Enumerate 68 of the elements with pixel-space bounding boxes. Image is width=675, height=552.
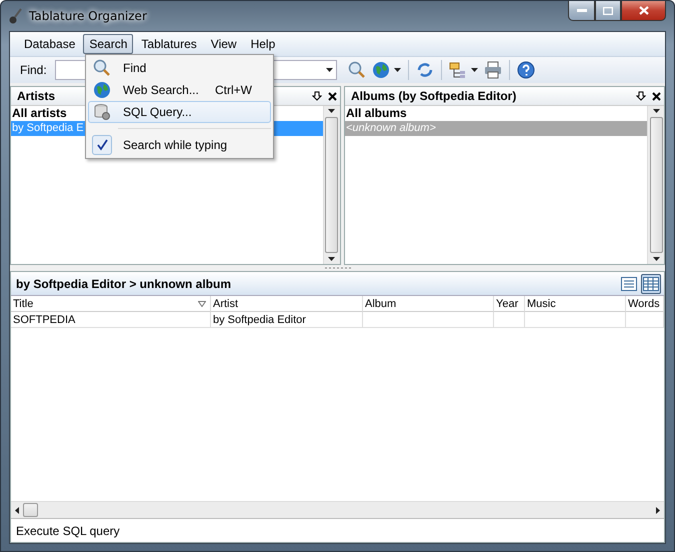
tree-icon [448, 61, 467, 79]
sort-icon [198, 300, 206, 306]
column-header[interactable]: Album [363, 296, 494, 312]
panel-title: Albums (by Softpedia Editor) [350, 89, 516, 103]
column-header[interactable]: Title [11, 296, 211, 312]
caret-icon [326, 68, 333, 72]
column-header[interactable]: Words [626, 296, 664, 312]
panel-title: Artists [17, 89, 56, 103]
help-button[interactable] [516, 60, 536, 80]
close-icon [638, 6, 648, 15]
tree-view-button[interactable] [448, 60, 479, 80]
horizontal-scrollbar[interactable] [11, 501, 664, 518]
breadcrumb: by Softpedia Editor > unknown album [16, 276, 232, 290]
column-header[interactable]: Artist [211, 296, 363, 312]
printer-icon [484, 61, 502, 79]
status-bar: Execute SQL query [11, 518, 664, 542]
scroll-thumb[interactable] [23, 503, 38, 517]
vertical-scrollbar[interactable] [647, 106, 664, 264]
search-icon [348, 61, 366, 79]
pin-icon[interactable] [636, 91, 646, 101]
menu-entry[interactable]: SQL Query... [88, 101, 271, 123]
web-search-button[interactable] [370, 60, 402, 80]
database-gear-icon [93, 103, 111, 121]
maximize-button[interactable] [595, 1, 621, 21]
scroll-thumb[interactable] [650, 117, 662, 253]
scroll-arrow-icon[interactable] [328, 109, 336, 113]
caret-icon [470, 68, 478, 72]
scroll-thumb[interactable] [325, 117, 338, 253]
globe-icon [372, 61, 390, 79]
menu-item[interactable]: Database [18, 34, 82, 54]
maximize-icon [603, 6, 613, 14]
search-icon [93, 59, 111, 77]
menu-entry[interactable]: Web Search... Ctrl+W [88, 79, 271, 101]
column-header[interactable]: Year [494, 296, 525, 312]
menu-entry[interactable]: Search while typing [88, 134, 271, 156]
guitar-icon [9, 8, 23, 24]
search-button[interactable] [346, 60, 367, 80]
menu-entry[interactable]: Find [88, 57, 271, 79]
table-cell [494, 312, 525, 328]
close-button[interactable] [621, 1, 666, 21]
menu-item[interactable]: View [204, 34, 243, 54]
caret-icon [394, 68, 401, 72]
table-cell [626, 312, 664, 328]
help-icon [516, 61, 535, 79]
menu-item[interactable]: Search [83, 34, 134, 54]
column-header[interactable]: Music [525, 296, 626, 312]
list-item[interactable]: All albums [344, 106, 647, 121]
pin-icon[interactable] [312, 91, 322, 101]
find-label: Find: [20, 63, 47, 77]
minimize-icon [576, 9, 586, 12]
menu-item[interactable]: Help [244, 34, 282, 54]
window-title: Tablature Organizer [29, 9, 147, 23]
scroll-arrow-icon[interactable] [15, 506, 19, 514]
globe-icon [93, 81, 111, 99]
refresh-icon [416, 61, 434, 79]
close-icon[interactable] [652, 92, 661, 100]
menu-item[interactable]: Tablatures [135, 34, 203, 54]
scroll-arrow-icon[interactable] [652, 257, 660, 261]
close-icon[interactable] [328, 92, 337, 100]
scroll-arrow-icon[interactable] [328, 257, 336, 261]
vertical-scrollbar[interactable] [322, 106, 340, 264]
print-button[interactable] [482, 60, 503, 80]
table-cell: SOFTPEDIA [11, 312, 211, 328]
details-view-button[interactable] [641, 274, 661, 294]
scroll-arrow-icon[interactable] [652, 109, 660, 113]
minimize-button[interactable] [568, 1, 595, 21]
table-cell: by Softpedia Editor [211, 312, 363, 328]
scroll-arrow-icon[interactable] [656, 506, 660, 514]
